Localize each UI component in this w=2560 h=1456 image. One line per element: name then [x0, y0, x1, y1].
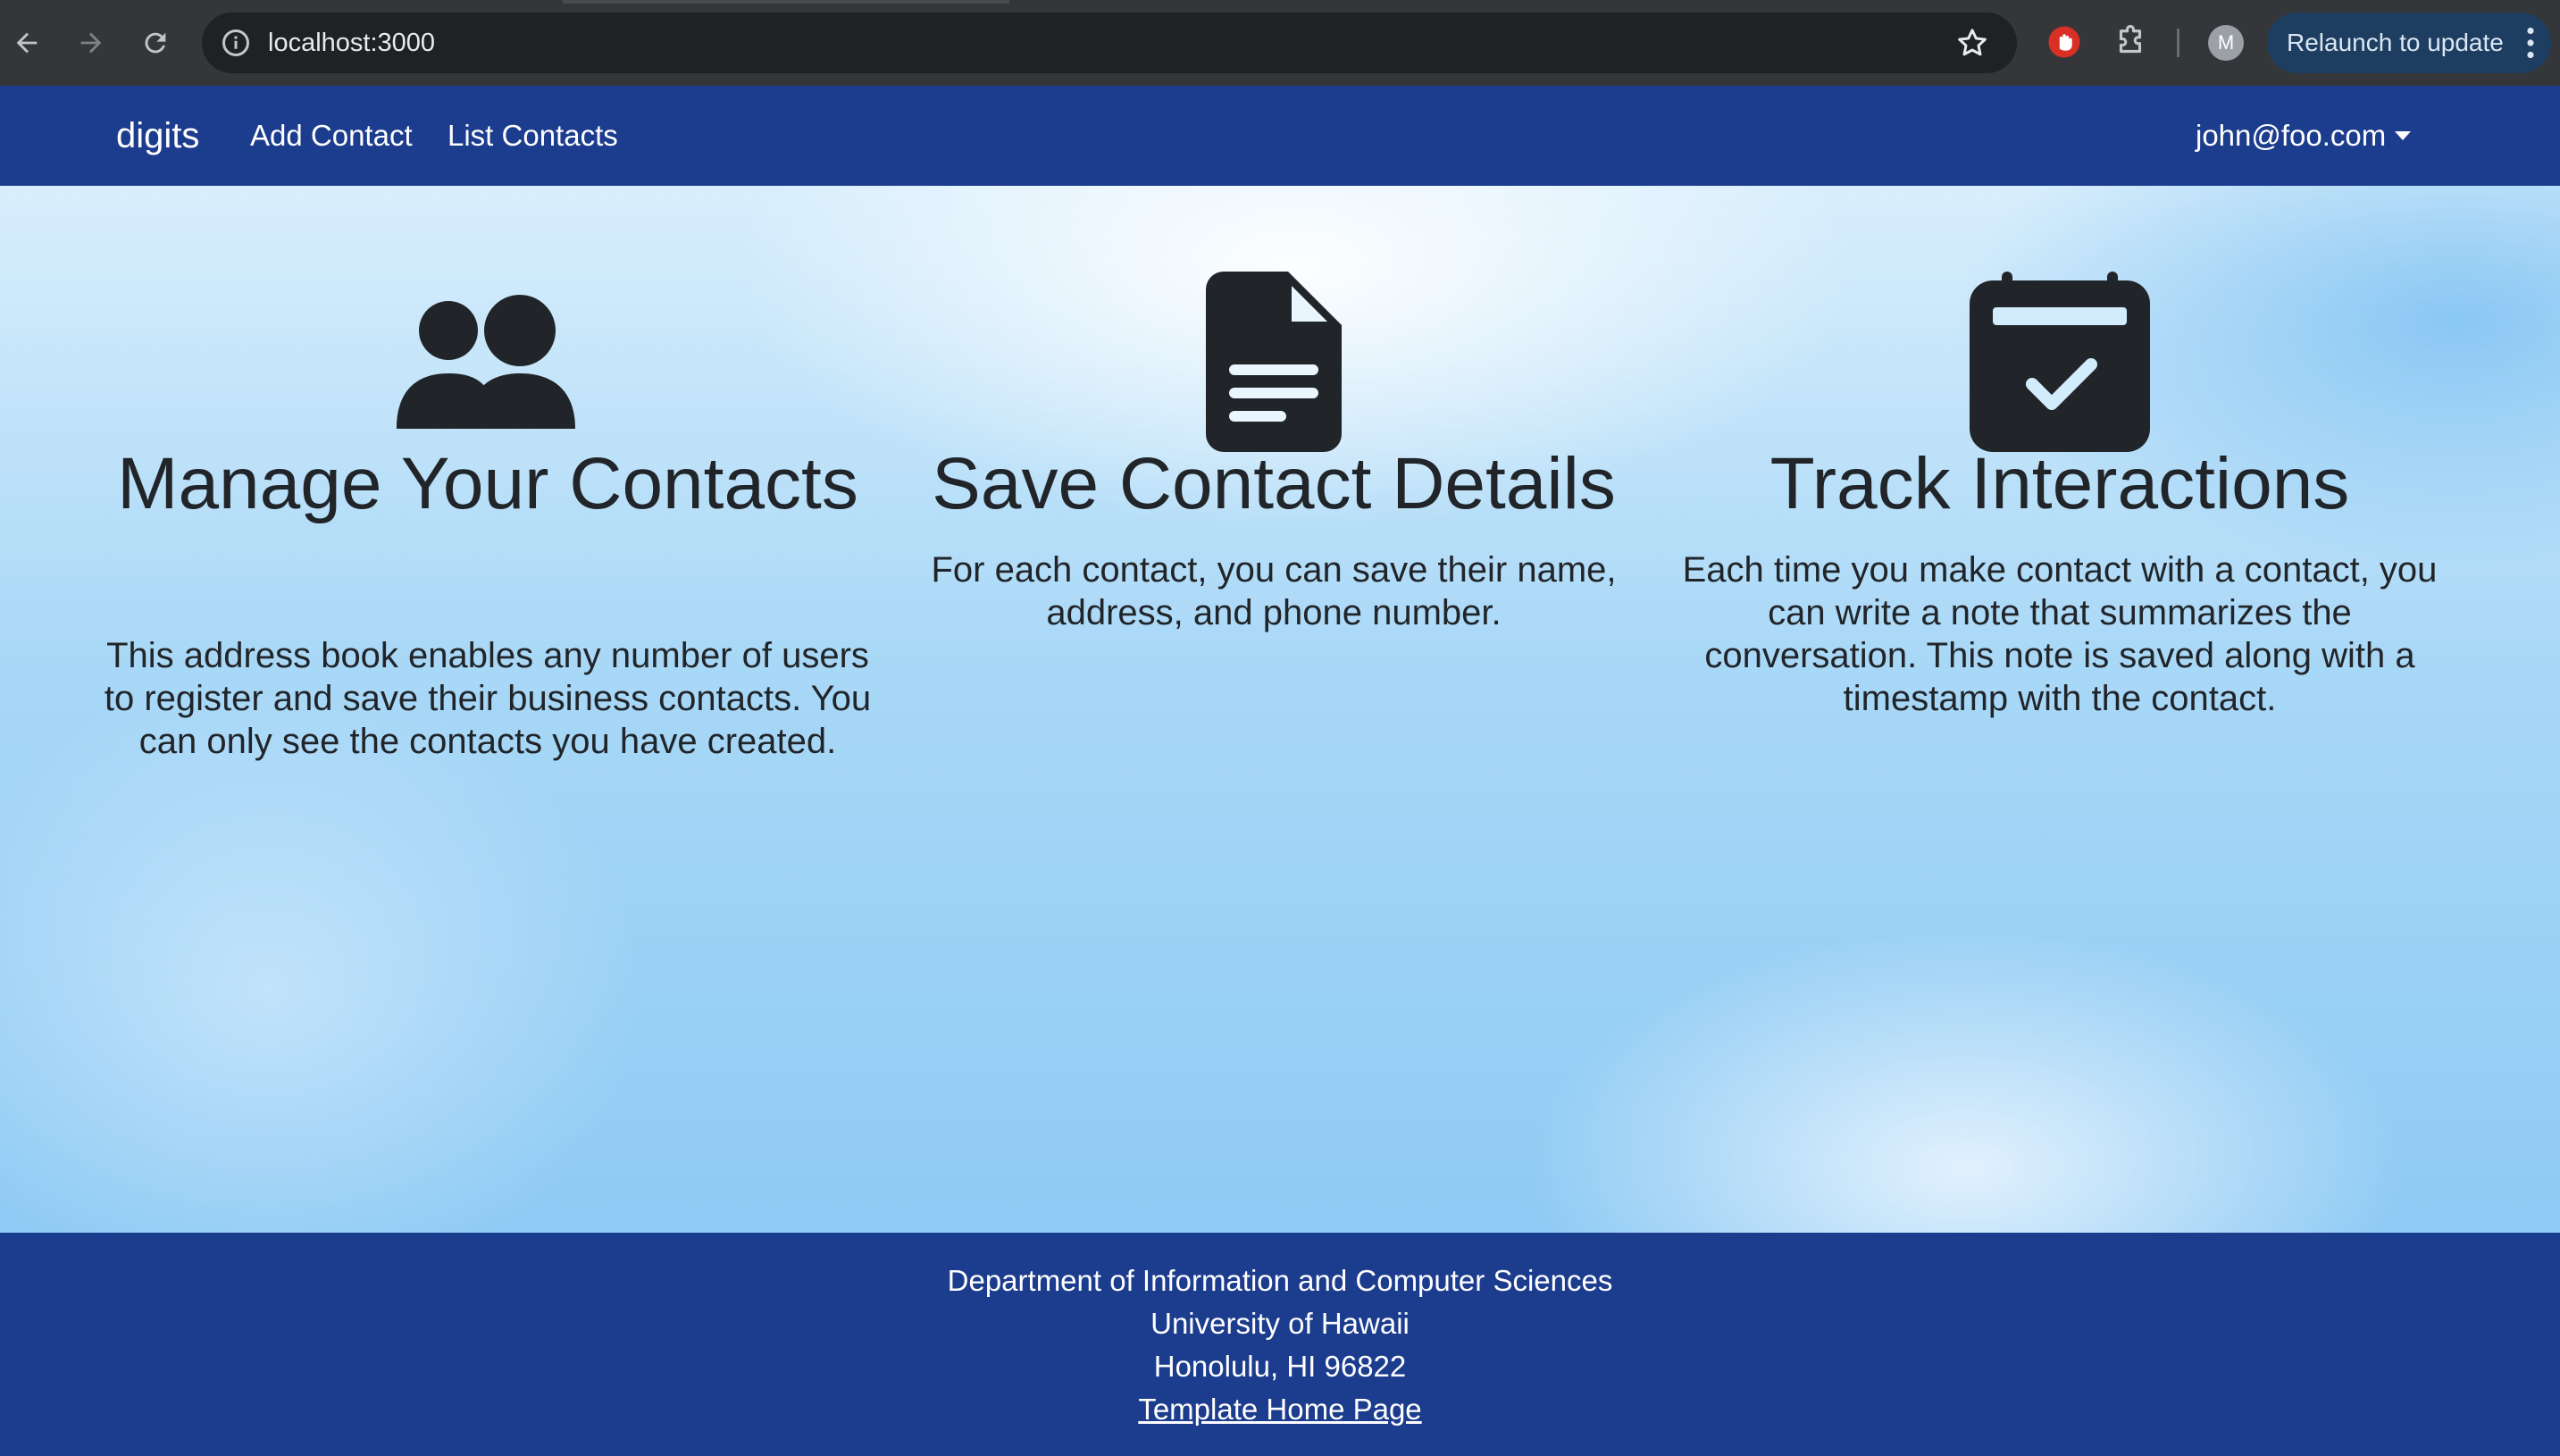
calendar-check-icon [1970, 272, 2150, 452]
feature-description: This address book enables any number of … [104, 636, 872, 761]
bookmark-star-icon[interactable] [1954, 25, 1990, 61]
ad-blocker-extension-icon[interactable] [2045, 23, 2083, 61]
feature-title: Track Interactions [1769, 443, 2350, 524]
toolbar-divider [2177, 29, 2179, 57]
feature-description: Each time you make contact with a contac… [1682, 550, 2438, 718]
caret-down-icon [2395, 131, 2412, 140]
brand-link[interactable]: digits [116, 86, 199, 186]
browser-toolbar: localhost:3000 M Relaunch to update [0, 0, 2560, 86]
user-dropdown[interactable]: john@foo.com [2196, 86, 2412, 186]
template-home-link[interactable]: Template Home Page [1138, 1393, 1421, 1426]
relaunch-button[interactable]: Relaunch to update [2267, 13, 2551, 73]
nav-list-contacts[interactable]: List Contacts [448, 86, 618, 186]
profile-avatar[interactable]: M [2208, 25, 2244, 61]
footer-university: University of Hawaii [1150, 1307, 1410, 1340]
feature-description: For each contact, you can save their nam… [931, 550, 1617, 632]
extensions-puzzle-icon[interactable] [2112, 23, 2149, 61]
reload-icon [145, 32, 166, 54]
user-email: john@foo.com [2196, 119, 2387, 152]
tab-strip-edge [563, 0, 1009, 4]
footer-address: Honolulu, HI 96822 [1153, 1350, 1407, 1383]
page-footer: Department of Information and Computer S… [0, 1233, 2560, 1456]
reload-button[interactable] [132, 20, 179, 66]
file-icon [1206, 272, 1342, 452]
back-button[interactable] [4, 20, 50, 66]
feature-title: Manage Your Contacts [117, 443, 858, 524]
landing-hero: Manage Your Contacts This address book e… [0, 186, 2560, 1233]
address-bar[interactable]: localhost:3000 [202, 13, 2017, 73]
nav-add-contact[interactable]: Add Contact [250, 86, 413, 186]
forward-button[interactable] [68, 20, 114, 66]
footer-department: Department of Information and Computer S… [947, 1264, 1613, 1297]
relaunch-label: Relaunch to update [2287, 29, 2504, 56]
arrow-right-icon [80, 32, 102, 54]
arrow-left-icon [16, 32, 38, 54]
info-icon[interactable] [220, 27, 252, 59]
users-icon [397, 295, 575, 429]
more-vert-icon[interactable] [2526, 27, 2535, 59]
app-navbar: digits Add Contact List Contacts john@fo… [0, 86, 2560, 186]
url-text[interactable]: localhost:3000 [268, 13, 435, 73]
feature-title: Save Contact Details [932, 443, 1616, 524]
